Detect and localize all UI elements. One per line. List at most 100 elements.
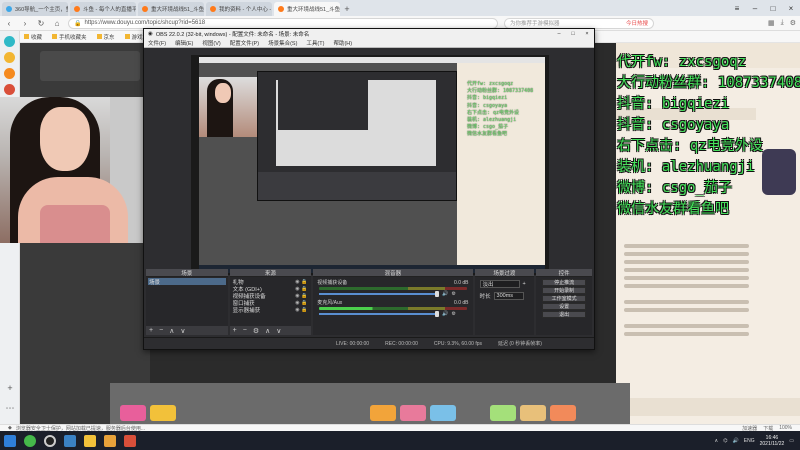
gift-item[interactable] bbox=[120, 405, 146, 421]
remove-icon[interactable]: − bbox=[243, 327, 247, 334]
browser-tab[interactable]: 我的资料 - 个人中心 - 斗鱼× bbox=[206, 2, 272, 16]
chat-input[interactable] bbox=[616, 398, 800, 416]
eye-icon[interactable]: ◉ 🔒 bbox=[295, 307, 307, 313]
volume-icon[interactable]: 🔊 bbox=[733, 438, 739, 444]
gift-item[interactable] bbox=[370, 405, 396, 421]
add-icon[interactable]: + bbox=[233, 327, 237, 334]
scenes-list: 场景 bbox=[146, 277, 228, 326]
menu-help[interactable]: 帮助(H) bbox=[333, 39, 352, 47]
app-icon[interactable] bbox=[64, 434, 76, 447]
download-icon[interactable]: ⤓ bbox=[781, 19, 784, 27]
obs-preview[interactable]: 代开fw: zxcsgoqz 大行动粉丝群: 1087337408 抖音: bi… bbox=[191, 55, 549, 275]
add-sidebar-item-icon[interactable]: + bbox=[0, 383, 20, 393]
app-icon[interactable] bbox=[124, 434, 136, 447]
url-field[interactable]: 🔒 https://www.douyu.com/topic/shcup?rid=… bbox=[68, 17, 498, 29]
menu-file[interactable]: 文件(F) bbox=[148, 39, 166, 47]
gift-item[interactable] bbox=[520, 405, 546, 421]
volume-meter bbox=[319, 307, 467, 310]
browser-tab[interactable]: 斗鱼 - 每个人的直播平台× bbox=[70, 2, 136, 16]
overlay-line: 抖音: csgoyaya bbox=[617, 117, 730, 133]
exit-button[interactable]: 退出 bbox=[542, 311, 586, 318]
browser-tab[interactable]: 重大环境战线51_斗鱼直播平× bbox=[138, 2, 204, 16]
menu-scene-collection[interactable]: 场景集合(S) bbox=[268, 39, 297, 47]
volume-slider[interactable] bbox=[319, 311, 440, 317]
extension-icon[interactable]: ▦ bbox=[768, 19, 775, 27]
folder-icon bbox=[124, 34, 130, 39]
down-icon[interactable]: ∨ bbox=[276, 327, 281, 335]
eye-icon[interactable]: ◉ 🔒 bbox=[295, 293, 307, 299]
menu-icon[interactable]: ≡ bbox=[728, 0, 746, 16]
menu-view[interactable]: 视图(V) bbox=[202, 39, 220, 47]
settings-button[interactable]: 设置 bbox=[542, 303, 586, 310]
add-icon[interactable]: + bbox=[149, 327, 153, 334]
start-icon[interactable] bbox=[4, 434, 16, 447]
up-icon[interactable]: ∧ bbox=[265, 327, 270, 335]
up-icon[interactable]: ∧ bbox=[169, 327, 174, 335]
tray-icon[interactable]: ∧ bbox=[714, 438, 718, 444]
bookmark-item[interactable]: 收藏 bbox=[24, 33, 42, 41]
gift-item[interactable] bbox=[430, 405, 456, 421]
gear-icon[interactable]: ⚙ bbox=[253, 327, 259, 335]
settings-icon[interactable]: ⚙ bbox=[790, 19, 796, 27]
remove-icon[interactable]: − bbox=[159, 327, 163, 334]
sidebar-more-icon[interactable]: ⋯ bbox=[0, 403, 20, 414]
language-indicator[interactable]: ENG bbox=[744, 438, 755, 444]
eye-icon[interactable]: ◉ 🔒 bbox=[295, 300, 307, 306]
sidebar-app-icon[interactable] bbox=[4, 68, 15, 79]
eye-icon[interactable]: ◉ 🔒 bbox=[295, 286, 307, 292]
obs-icon[interactable] bbox=[44, 434, 56, 447]
minimize-icon[interactable]: – bbox=[746, 0, 764, 16]
new-tab-button[interactable]: + bbox=[340, 2, 354, 16]
menu-tools[interactable]: 工具(T) bbox=[306, 39, 324, 47]
browser-tab-active[interactable]: 重大环境战线51_斗鱼直播平台× bbox=[274, 2, 340, 16]
app-icon[interactable] bbox=[104, 434, 116, 447]
browser-tab[interactable]: 360导航_一个主页，整个世界× bbox=[2, 2, 68, 16]
forward-icon[interactable]: › bbox=[20, 19, 30, 28]
rec-timer: REC: 00:00:00 bbox=[385, 340, 418, 347]
duration-input[interactable]: 300ms bbox=[493, 292, 524, 300]
search-input[interactable]: 为你推荐手游模拟器 今日热搜 bbox=[504, 17, 654, 29]
notification-icon[interactable]: ▭ bbox=[789, 438, 794, 444]
studio-mode-button[interactable]: 工作室模式 bbox=[542, 295, 586, 302]
add-icon[interactable]: + bbox=[523, 281, 526, 287]
speaker-icon[interactable]: 🔊 bbox=[442, 311, 448, 317]
close-window-icon[interactable]: × bbox=[782, 0, 800, 16]
app-icon[interactable] bbox=[84, 434, 96, 447]
refresh-icon[interactable]: ↻ bbox=[36, 19, 46, 28]
app-icon[interactable] bbox=[24, 434, 36, 447]
back-icon[interactable]: ‹ bbox=[4, 19, 14, 28]
menu-edit[interactable]: 编辑(E) bbox=[175, 39, 193, 47]
gift-item[interactable] bbox=[400, 405, 426, 421]
sidebar-app-icon[interactable] bbox=[4, 36, 15, 47]
system-clock[interactable]: 16:46 2021/11/22 bbox=[760, 435, 785, 447]
network-icon[interactable]: ⌬ bbox=[723, 438, 727, 444]
hot-search-label[interactable]: 今日热搜 bbox=[626, 19, 648, 27]
transition-select[interactable]: 淡出 bbox=[479, 280, 520, 288]
minimize-icon[interactable]: – bbox=[552, 31, 566, 37]
eye-icon[interactable]: ◉ 🔒 bbox=[295, 279, 307, 285]
bookmark-item[interactable]: 手机收藏夹 bbox=[52, 33, 87, 41]
sidebar-app-icon[interactable] bbox=[4, 52, 15, 63]
maximize-icon[interactable]: □ bbox=[764, 0, 782, 16]
sidebar-app-icon[interactable] bbox=[4, 84, 15, 95]
volume-slider[interactable] bbox=[319, 291, 440, 297]
gift-item[interactable] bbox=[550, 405, 576, 421]
speaker-icon[interactable]: 🔊 bbox=[442, 291, 448, 297]
channel-name: 视频捕获设备 bbox=[317, 280, 348, 286]
maximize-icon[interactable]: □ bbox=[566, 31, 580, 37]
menu-profile[interactable]: 配置文件(P) bbox=[230, 39, 259, 47]
bookmark-item[interactable]: 京东 bbox=[96, 33, 115, 41]
home-icon[interactable]: ⌂ bbox=[52, 19, 62, 28]
gift-item[interactable] bbox=[150, 405, 176, 421]
gift-item[interactable] bbox=[490, 405, 516, 421]
source-item[interactable]: 显示器捕获 ◉ 🔒 bbox=[232, 306, 310, 314]
gear-icon[interactable]: ⚙ bbox=[451, 291, 455, 297]
stop-streaming-button[interactable]: 停止推流 bbox=[542, 279, 586, 286]
tab-favicon-icon bbox=[74, 6, 80, 12]
close-icon[interactable]: × bbox=[580, 31, 594, 37]
down-icon[interactable]: ∨ bbox=[180, 327, 185, 335]
scene-item[interactable]: 场景 bbox=[148, 278, 226, 286]
start-recording-button[interactable]: 开始录制 bbox=[542, 287, 586, 294]
chat-message bbox=[624, 268, 749, 272]
gear-icon[interactable]: ⚙ bbox=[451, 311, 455, 317]
